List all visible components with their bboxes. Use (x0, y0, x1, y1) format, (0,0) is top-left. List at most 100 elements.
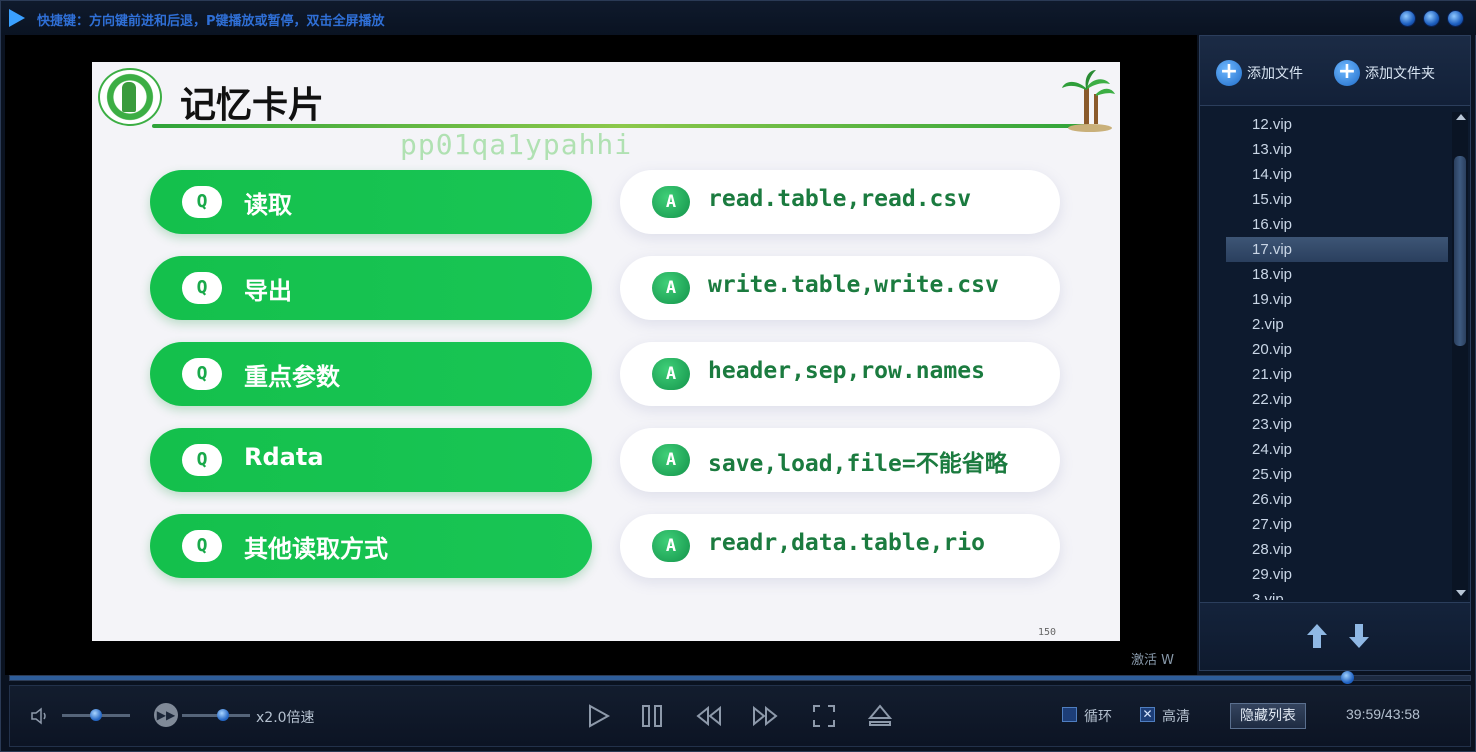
playlist-item[interactable]: 22.vip (1226, 387, 1448, 412)
hd-label: 高清 (1162, 709, 1190, 725)
playlist-item[interactable]: 25.vip (1226, 462, 1448, 487)
answer-pill: A header,sep,row.names (620, 342, 1060, 406)
eject-icon[interactable] (866, 702, 894, 730)
playlist-item[interactable]: 19.vip (1226, 287, 1448, 312)
answer-text: save,load,file=不能省略 (708, 451, 1008, 477)
move-down-icon[interactable] (1348, 623, 1370, 649)
playlist-item[interactable]: 21.vip (1226, 362, 1448, 387)
answer-pill: A save,load,file=不能省略 (620, 428, 1060, 492)
seek-bar-fill (10, 676, 1348, 680)
q-badge: Q (182, 444, 222, 476)
slide-logo-icon (98, 68, 162, 126)
playlist-item[interactable]: 13.vip (1226, 137, 1448, 162)
plus-icon: + (1334, 60, 1360, 86)
playlist-item[interactable]: 2.vip (1226, 312, 1448, 337)
playlist-item[interactable]: 24.vip (1226, 437, 1448, 462)
playlist-panel: + 添加文件 + 添加文件夹 12.vip 13.vip 14.vip 15.vip 1… (1199, 35, 1471, 671)
speed-slider[interactable] (182, 709, 250, 721)
playlist-scrollbar[interactable] (1452, 112, 1468, 600)
add-file-label: 添加文件 (1247, 66, 1303, 82)
hide-list-button[interactable]: 隐藏列表 (1230, 703, 1306, 729)
slide-title: 记忆卡片 (180, 85, 325, 126)
pause-icon[interactable] (638, 702, 666, 730)
question-text: 其他读取方式 (244, 535, 388, 563)
video-area[interactable]: 记忆卡片 pp01qa1ypahhi Q 读取 A read.table,rea… (5, 35, 1197, 675)
scrollbar-thumb[interactable] (1454, 156, 1466, 346)
shortcut-hint: 快捷键：方向键前进和后退，P键播放或暂停，双击全屏播放 (37, 14, 385, 29)
playlist-toolbar: + 添加文件 + 添加文件夹 (1200, 36, 1470, 106)
a-badge: A (652, 530, 690, 562)
question-text: 重点参数 (244, 363, 340, 391)
video-player-window: 快捷键：方向键前进和后退，P键播放或暂停，双击全屏播放 记忆卡片 pp01qa1… (0, 0, 1476, 752)
volume-icon[interactable] (30, 706, 50, 726)
volume-slider[interactable] (62, 709, 130, 721)
playlist-item[interactable]: 29.vip (1226, 562, 1448, 587)
hd-checkbox[interactable]: ✕ (1140, 707, 1155, 722)
watermark-text: pp01qa1ypahhi (400, 128, 633, 161)
question-pill: Q 读取 (150, 170, 592, 234)
playlist-item[interactable]: 14.vip (1226, 162, 1448, 187)
a-badge: A (652, 444, 690, 476)
add-folder-label: 添加文件夹 (1365, 66, 1435, 82)
playlist-item[interactable]: 18.vip (1226, 262, 1448, 287)
loop-label: 循环 (1084, 709, 1112, 725)
question-text: 导出 (244, 277, 292, 305)
playlist-item[interactable]: 20.vip (1226, 337, 1448, 362)
answer-text: readr,data.table,rio (708, 530, 985, 556)
scroll-down-arrow-icon[interactable] (1456, 590, 1466, 596)
a-badge: A (652, 272, 690, 304)
q-badge: Q (182, 530, 222, 562)
maximize-button[interactable] (1423, 10, 1440, 27)
playlist-item[interactable]: 17.vip (1226, 237, 1448, 262)
question-pill: Q 其他读取方式 (150, 514, 592, 578)
question-pill: Q 重点参数 (150, 342, 592, 406)
rewind-icon[interactable] (694, 702, 722, 730)
file-list: 12.vip 13.vip 14.vip 15.vip 16.vip 17.vip 18.v… (1200, 112, 1452, 600)
add-folder-button[interactable]: + 添加文件夹 (1334, 60, 1435, 86)
plus-icon: + (1216, 60, 1242, 86)
seek-bar-knob[interactable] (1341, 671, 1355, 684)
playlist-item[interactable]: 15.vip (1226, 187, 1448, 212)
playlist-item[interactable]: 23.vip (1226, 412, 1448, 437)
a-badge: A (652, 186, 690, 218)
playlist-item[interactable]: 16.vip (1226, 212, 1448, 237)
a-badge: A (652, 358, 690, 390)
speed-slider-knob[interactable] (216, 709, 229, 721)
playlist-item[interactable]: 27.vip (1226, 512, 1448, 537)
question-text: 读取 (244, 191, 292, 219)
answer-pill: A readr,data.table,rio (620, 514, 1060, 578)
question-pill: Q 导出 (150, 256, 592, 320)
control-bar: ▶▶ x2.0倍速 循环 ✕ 高清 隐藏列表 39:59/43:58 (9, 685, 1471, 747)
speed-icon[interactable]: ▶▶ (154, 703, 178, 727)
fullscreen-icon[interactable] (810, 702, 838, 730)
playlist-item[interactable]: 3.vip (1226, 587, 1448, 600)
play-icon[interactable] (584, 702, 612, 730)
playlist-order-bar (1200, 602, 1470, 670)
playlist-item[interactable]: 28.vip (1226, 537, 1448, 562)
close-button[interactable] (1447, 10, 1464, 27)
app-logo-icon (9, 9, 25, 27)
playlist-item[interactable]: 12.vip (1226, 112, 1448, 137)
playlist-item[interactable]: 26.vip (1226, 487, 1448, 512)
move-up-icon[interactable] (1306, 623, 1328, 649)
q-badge: Q (182, 272, 222, 304)
q-badge: Q (182, 358, 222, 390)
activate-windows-text: 激活 W (1131, 653, 1174, 668)
answer-text: write.table,write.csv (708, 272, 999, 298)
speed-label: x2.0倍速 (256, 710, 315, 726)
volume-slider-knob[interactable] (90, 709, 102, 721)
loop-checkbox[interactable] (1062, 707, 1077, 722)
minimize-button[interactable] (1399, 10, 1416, 27)
title-bar: 快捷键：方向键前进和后退，P键播放或暂停，双击全屏播放 (1, 1, 1476, 35)
seek-bar[interactable] (9, 671, 1471, 684)
time-display: 39:59/43:58 (1346, 706, 1420, 722)
q-badge: Q (182, 186, 222, 218)
answer-pill: A write.table,write.csv (620, 256, 1060, 320)
fast-forward-icon[interactable] (752, 702, 780, 730)
answer-pill: A read.table,read.csv (620, 170, 1060, 234)
add-file-button[interactable]: + 添加文件 (1216, 60, 1303, 86)
palm-tree-icon (1062, 70, 1115, 132)
question-pill: Q Rdata (150, 428, 592, 492)
scroll-up-arrow-icon[interactable] (1456, 114, 1466, 120)
answer-text: header,sep,row.names (708, 358, 985, 384)
